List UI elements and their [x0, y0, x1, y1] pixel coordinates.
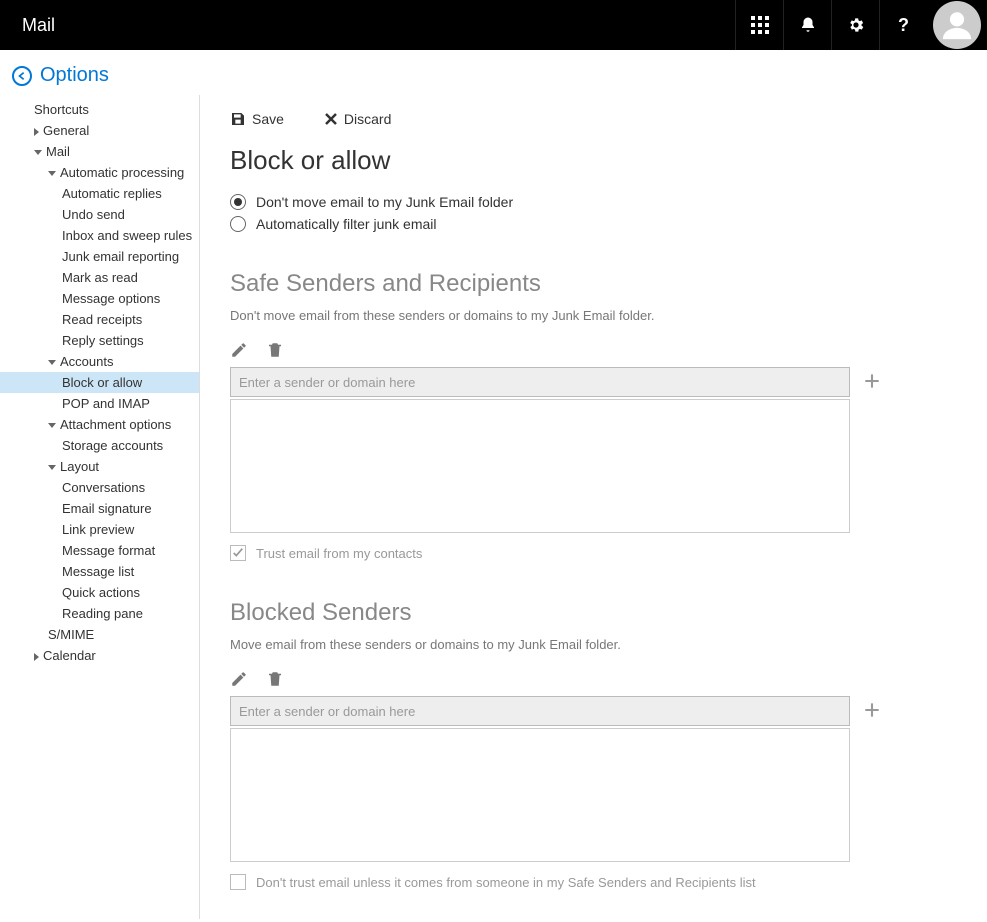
back-arrow-icon: [12, 66, 32, 86]
add-safe-sender-button[interactable]: [862, 371, 882, 394]
blocked-senders-list[interactable]: [230, 728, 850, 862]
nav-calendar[interactable]: Calendar: [0, 645, 199, 666]
nav-general[interactable]: General: [0, 120, 199, 141]
nav-layout[interactable]: Layout: [0, 456, 199, 477]
caret-icon: [48, 171, 56, 176]
nav-quick-actions[interactable]: Quick actions: [0, 582, 199, 603]
safe-senders-desc: Don't move email from these senders or d…: [230, 308, 957, 323]
radio-auto-filter[interactable]: Automatically filter junk email: [230, 216, 957, 232]
nav-storage-accounts[interactable]: Storage accounts: [0, 435, 199, 456]
top-bar: Mail ?: [0, 0, 987, 50]
checkbox-label: Don't trust email unless it comes from s…: [256, 875, 756, 890]
gear-icon: [847, 16, 865, 34]
nav-accounts[interactable]: Accounts: [0, 351, 199, 372]
edit-button[interactable]: [230, 670, 248, 688]
plus-icon: [862, 371, 882, 391]
edit-button[interactable]: [230, 341, 248, 359]
close-icon: [324, 112, 338, 126]
options-sidebar: Shortcuts General Mail Automatic process…: [0, 95, 200, 919]
nav-message-options[interactable]: Message options: [0, 288, 199, 309]
nav-attachment-options[interactable]: Attachment options: [0, 414, 199, 435]
pencil-icon: [230, 341, 248, 359]
nav-message-list[interactable]: Message list: [0, 561, 199, 582]
radio-label: Don't move email to my Junk Email folder: [256, 194, 513, 210]
save-button[interactable]: Save: [230, 111, 284, 127]
app-title: Mail: [0, 15, 735, 36]
pencil-icon: [230, 670, 248, 688]
discard-button[interactable]: Discard: [324, 111, 391, 127]
caret-icon: [34, 653, 39, 661]
help-button[interactable]: ?: [879, 0, 927, 50]
dont-trust-checkbox[interactable]: Don't trust email unless it comes from s…: [230, 874, 957, 890]
trash-icon: [266, 670, 284, 688]
bell-icon: [799, 16, 817, 34]
options-back-link[interactable]: Options: [0, 50, 987, 95]
person-icon: [940, 8, 974, 42]
nav-mail[interactable]: Mail: [0, 141, 199, 162]
caret-icon: [34, 128, 39, 136]
radio-icon: [230, 194, 246, 210]
nav-reply-settings[interactable]: Reply settings: [0, 330, 199, 351]
nav-mark-as-read[interactable]: Mark as read: [0, 267, 199, 288]
checkbox-icon: [230, 545, 246, 561]
caret-icon: [48, 465, 56, 470]
options-label: Options: [40, 64, 109, 87]
page-title: Block or allow: [230, 145, 957, 176]
nav-junk-reporting[interactable]: Junk email reporting: [0, 246, 199, 267]
radio-icon: [230, 216, 246, 232]
app-launcher-button[interactable]: [735, 0, 783, 50]
nav-message-format[interactable]: Message format: [0, 540, 199, 561]
save-label: Save: [252, 111, 284, 127]
notifications-button[interactable]: [783, 0, 831, 50]
nav-inbox-sweep[interactable]: Inbox and sweep rules: [0, 225, 199, 246]
nav-conversations[interactable]: Conversations: [0, 477, 199, 498]
nav-pop-imap[interactable]: POP and IMAP: [0, 393, 199, 414]
plus-icon: [862, 700, 882, 720]
caret-icon: [48, 423, 56, 428]
blocked-senders-desc: Move email from these senders or domains…: [230, 637, 957, 652]
nav-read-receipts[interactable]: Read receipts: [0, 309, 199, 330]
nav-block-or-allow[interactable]: Block or allow: [0, 372, 199, 393]
user-avatar[interactable]: [933, 1, 981, 49]
trash-icon: [266, 341, 284, 359]
safe-senders-heading: Safe Senders and Recipients: [230, 270, 957, 298]
nav-shortcuts[interactable]: Shortcuts: [0, 99, 199, 120]
waffle-icon: [751, 16, 769, 34]
checkbox-icon: [230, 874, 246, 890]
blocked-sender-input[interactable]: [230, 696, 850, 726]
nav-undo-send[interactable]: Undo send: [0, 204, 199, 225]
blocked-senders-heading: Blocked Senders: [230, 599, 957, 627]
nav-reading-pane[interactable]: Reading pane: [0, 603, 199, 624]
nav-automatic-processing[interactable]: Automatic processing: [0, 162, 199, 183]
nav-email-signature[interactable]: Email signature: [0, 498, 199, 519]
radio-label: Automatically filter junk email: [256, 216, 437, 232]
settings-button[interactable]: [831, 0, 879, 50]
safe-sender-input[interactable]: [230, 367, 850, 397]
add-blocked-sender-button[interactable]: [862, 700, 882, 723]
save-icon: [230, 111, 246, 127]
safe-senders-list[interactable]: [230, 399, 850, 533]
nav-smime[interactable]: S/MIME: [0, 624, 199, 645]
checkbox-label: Trust email from my contacts: [256, 546, 422, 561]
delete-button[interactable]: [266, 670, 284, 688]
nav-link-preview[interactable]: Link preview: [0, 519, 199, 540]
delete-button[interactable]: [266, 341, 284, 359]
trust-contacts-checkbox[interactable]: Trust email from my contacts: [230, 545, 957, 561]
nav-automatic-replies[interactable]: Automatic replies: [0, 183, 199, 204]
main-panel: Save Discard Block or allow Don't move e…: [200, 95, 987, 919]
radio-dont-move[interactable]: Don't move email to my Junk Email folder: [230, 194, 957, 210]
help-icon: ?: [898, 15, 909, 36]
discard-label: Discard: [344, 111, 391, 127]
caret-icon: [34, 150, 42, 155]
caret-icon: [48, 360, 56, 365]
